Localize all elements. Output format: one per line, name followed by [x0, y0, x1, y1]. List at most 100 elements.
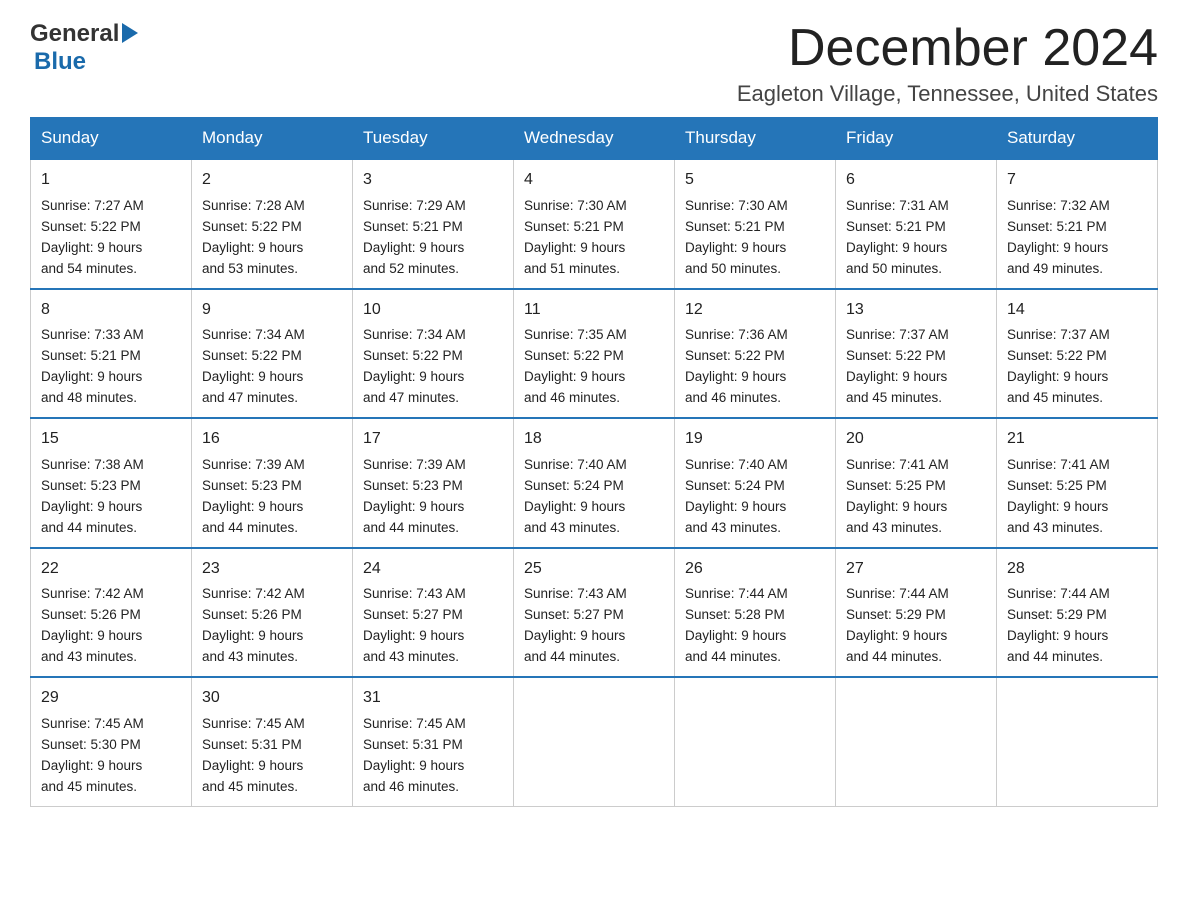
day-info: Sunrise: 7:34 AM — [363, 325, 503, 346]
day-info: Daylight: 9 hours — [41, 367, 181, 388]
day-info: Sunset: 5:28 PM — [685, 605, 825, 626]
day-info: Daylight: 9 hours — [685, 626, 825, 647]
logo: General Blue — [30, 20, 138, 76]
day-number: 20 — [846, 427, 986, 452]
calendar-cell: 5Sunrise: 7:30 AMSunset: 5:21 PMDaylight… — [675, 159, 836, 288]
calendar-cell: 10Sunrise: 7:34 AMSunset: 5:22 PMDayligh… — [353, 289, 514, 418]
day-number: 15 — [41, 427, 181, 452]
day-info: Daylight: 9 hours — [202, 756, 342, 777]
day-number: 1 — [41, 168, 181, 193]
day-number: 2 — [202, 168, 342, 193]
day-info: Sunset: 5:22 PM — [685, 346, 825, 367]
day-info: Daylight: 9 hours — [202, 367, 342, 388]
day-info: Sunset: 5:22 PM — [846, 346, 986, 367]
day-number: 7 — [1007, 168, 1147, 193]
day-info: Daylight: 9 hours — [41, 497, 181, 518]
day-number: 25 — [524, 557, 664, 582]
logo-general-text: General — [30, 20, 119, 48]
day-info: Sunset: 5:22 PM — [363, 346, 503, 367]
day-info: Sunrise: 7:39 AM — [202, 455, 342, 476]
day-info: Daylight: 9 hours — [685, 497, 825, 518]
calendar-cell: 19Sunrise: 7:40 AMSunset: 5:24 PMDayligh… — [675, 418, 836, 547]
day-info: Sunset: 5:22 PM — [202, 217, 342, 238]
day-info: Sunset: 5:23 PM — [202, 476, 342, 497]
calendar-cell: 20Sunrise: 7:41 AMSunset: 5:25 PMDayligh… — [836, 418, 997, 547]
day-number: 13 — [846, 298, 986, 323]
day-info: and 44 minutes. — [41, 518, 181, 539]
logo-blue-text: Blue — [34, 48, 86, 75]
day-info: Sunset: 5:24 PM — [524, 476, 664, 497]
day-info: and 44 minutes. — [846, 647, 986, 668]
calendar-cell: 9Sunrise: 7:34 AMSunset: 5:22 PMDaylight… — [192, 289, 353, 418]
calendar-week-row: 29Sunrise: 7:45 AMSunset: 5:30 PMDayligh… — [31, 677, 1158, 806]
calendar-day-header: Friday — [836, 118, 997, 160]
day-info: and 43 minutes. — [685, 518, 825, 539]
day-info: and 50 minutes. — [685, 259, 825, 280]
day-number: 8 — [41, 298, 181, 323]
calendar-cell: 7Sunrise: 7:32 AMSunset: 5:21 PMDaylight… — [997, 159, 1158, 288]
day-info: Sunset: 5:22 PM — [1007, 346, 1147, 367]
calendar-cell: 15Sunrise: 7:38 AMSunset: 5:23 PMDayligh… — [31, 418, 192, 547]
day-info: Sunrise: 7:43 AM — [363, 584, 503, 605]
day-info: Sunset: 5:21 PM — [524, 217, 664, 238]
day-info: Sunset: 5:26 PM — [202, 605, 342, 626]
day-info: and 54 minutes. — [41, 259, 181, 280]
calendar-table: SundayMondayTuesdayWednesdayThursdayFrid… — [30, 117, 1158, 806]
day-info: Sunset: 5:22 PM — [202, 346, 342, 367]
day-info: and 44 minutes. — [685, 647, 825, 668]
calendar-cell — [675, 677, 836, 806]
day-number: 29 — [41, 686, 181, 711]
calendar-day-header: Thursday — [675, 118, 836, 160]
day-info: Daylight: 9 hours — [202, 238, 342, 259]
calendar-week-row: 15 Sunrise: 7:38 AM Sunset: 5:23 PM Dayligh… — [31, 418, 1158, 547]
day-info: and 44 minutes. — [524, 647, 664, 668]
day-info: Sunrise: 7:41 AM — [1007, 455, 1147, 476]
day-number: 4 — [524, 168, 664, 193]
day-info: Sunset: 5:21 PM — [1007, 217, 1147, 238]
day-info: Sunset: 5:25 PM — [1007, 476, 1147, 497]
day-info: Daylight: 9 hours — [1007, 626, 1147, 647]
day-info: Sunset: 5:30 PM — [41, 735, 181, 756]
calendar-cell: 14Sunrise: 7:37 AMSunset: 5:22 PMDayligh… — [997, 289, 1158, 418]
day-info: Sunrise: 7:30 AM — [524, 196, 664, 217]
day-info: Sunrise: 7:34 AM — [202, 325, 342, 346]
calendar-day-header: Saturday — [997, 118, 1158, 160]
calendar-day-header: Wednesday — [514, 118, 675, 160]
day-number: 31 — [363, 686, 503, 711]
day-info: Daylight: 9 hours — [41, 238, 181, 259]
day-info: and 43 minutes. — [524, 518, 664, 539]
day-info: and 49 minutes. — [1007, 259, 1147, 280]
day-info: and 51 minutes. — [524, 259, 664, 280]
day-info: Daylight: 9 hours — [846, 626, 986, 647]
calendar-cell: 12Sunrise: 7:36 AMSunset: 5:22 PMDayligh… — [675, 289, 836, 418]
day-info: and 53 minutes. — [202, 259, 342, 280]
day-number: 17 — [363, 427, 503, 452]
day-info: Daylight: 9 hours — [524, 626, 664, 647]
day-info: Sunrise: 7:27 AM — [41, 196, 181, 217]
day-info: Sunrise: 7:30 AM — [685, 196, 825, 217]
day-info: and 47 minutes. — [202, 388, 342, 409]
calendar-header-row: SundayMondayTuesdayWednesdayThursdayFrid… — [31, 118, 1158, 160]
day-number: 14 — [1007, 298, 1147, 323]
calendar-cell: 6Sunrise: 7:31 AMSunset: 5:21 PMDaylight… — [836, 159, 997, 288]
day-number: 16 — [202, 427, 342, 452]
day-number: 12 — [685, 298, 825, 323]
day-info: Sunrise: 7:39 AM — [363, 455, 503, 476]
day-info: Sunrise: 7:35 AM — [524, 325, 664, 346]
calendar-cell: 30Sunrise: 7:45 AMSunset: 5:31 PMDayligh… — [192, 677, 353, 806]
calendar-cell: 3Sunrise: 7:29 AMSunset: 5:21 PMDaylight… — [353, 159, 514, 288]
day-info: and 43 minutes. — [363, 647, 503, 668]
day-number: 5 — [685, 168, 825, 193]
day-info: and 45 minutes. — [1007, 388, 1147, 409]
calendar-cell: 16Sunrise: 7:39 AMSunset: 5:23 PMDayligh… — [192, 418, 353, 547]
day-info: Sunrise: 7:43 AM — [524, 584, 664, 605]
day-info: Sunset: 5:21 PM — [846, 217, 986, 238]
day-info: Sunrise: 7:38 AM — [41, 455, 181, 476]
day-info: and 46 minutes. — [524, 388, 664, 409]
calendar-cell: 23Sunrise: 7:42 AMSunset: 5:26 PMDayligh… — [192, 548, 353, 677]
calendar-cell: 26Sunrise: 7:44 AMSunset: 5:28 PMDayligh… — [675, 548, 836, 677]
day-info: Sunrise: 7:37 AM — [1007, 325, 1147, 346]
calendar-day-header: Sunday — [31, 118, 192, 160]
day-info: Daylight: 9 hours — [846, 367, 986, 388]
logo-arrow-icon — [122, 23, 138, 43]
